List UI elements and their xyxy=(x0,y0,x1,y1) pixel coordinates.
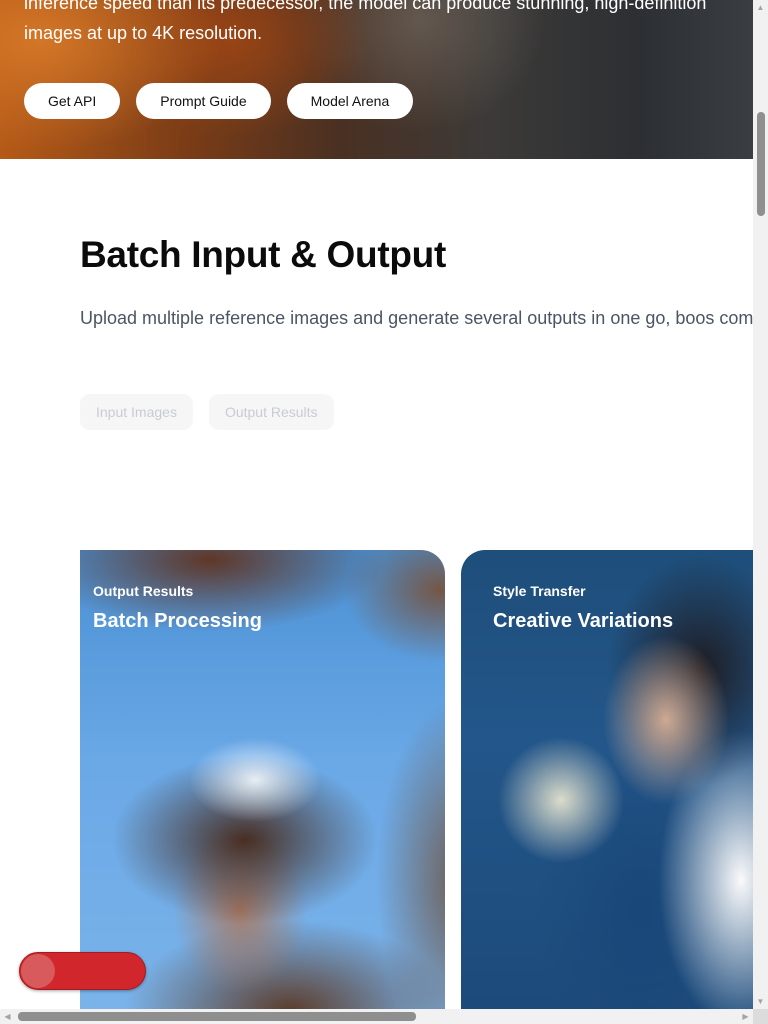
scrollbar-corner xyxy=(753,1009,768,1024)
vertical-scroll-thumb[interactable] xyxy=(757,112,765,216)
card-kicker: Style Transfer xyxy=(493,583,586,599)
showcase-card-batch-processing[interactable]: Output Results Batch Processing xyxy=(80,550,445,1009)
horizontal-scrollbar[interactable]: ◀ ▶ xyxy=(0,1009,753,1024)
media-tabs: Input Images Output Results xyxy=(80,394,334,430)
card-kicker: Output Results xyxy=(93,583,194,599)
tab-output-results[interactable]: Output Results xyxy=(208,394,334,430)
prompt-guide-button[interactable]: Prompt Guide xyxy=(136,83,271,119)
hero-banner: inference speed than its predecessor, th… xyxy=(0,0,753,159)
showcase-card-creative-variations[interactable]: Style Transfer Creative Variations xyxy=(461,550,753,1009)
toggle-knob xyxy=(21,954,55,988)
triangle-right-icon[interactable]: ▶ xyxy=(738,1009,753,1024)
get-api-button[interactable]: Get API xyxy=(24,83,121,119)
section-title: Batch Input & Output xyxy=(80,234,446,275)
card-title: Creative Variations xyxy=(493,610,674,632)
triangle-up-icon[interactable]: ▲ xyxy=(753,0,768,15)
triangle-left-icon[interactable]: ◀ xyxy=(0,1009,15,1024)
triangle-down-icon[interactable]: ▼ xyxy=(753,994,768,1009)
model-arena-button[interactable]: Model Arena xyxy=(286,83,414,119)
card-title: Batch Processing xyxy=(93,610,262,632)
horizontal-scroll-thumb[interactable] xyxy=(18,1012,416,1021)
section-description: Upload multiple reference images and gen… xyxy=(80,308,753,328)
hero-description: inference speed than its predecessor, th… xyxy=(24,0,707,43)
vertical-scrollbar[interactable]: ▲ ▼ xyxy=(753,0,768,1009)
page-viewport: inference speed than its predecessor, th… xyxy=(0,0,753,1009)
tab-input-images[interactable]: Input Images xyxy=(80,394,193,430)
floating-toggle[interactable] xyxy=(19,952,146,990)
hero-actions: Get API Prompt Guide Model Arena xyxy=(24,83,414,119)
